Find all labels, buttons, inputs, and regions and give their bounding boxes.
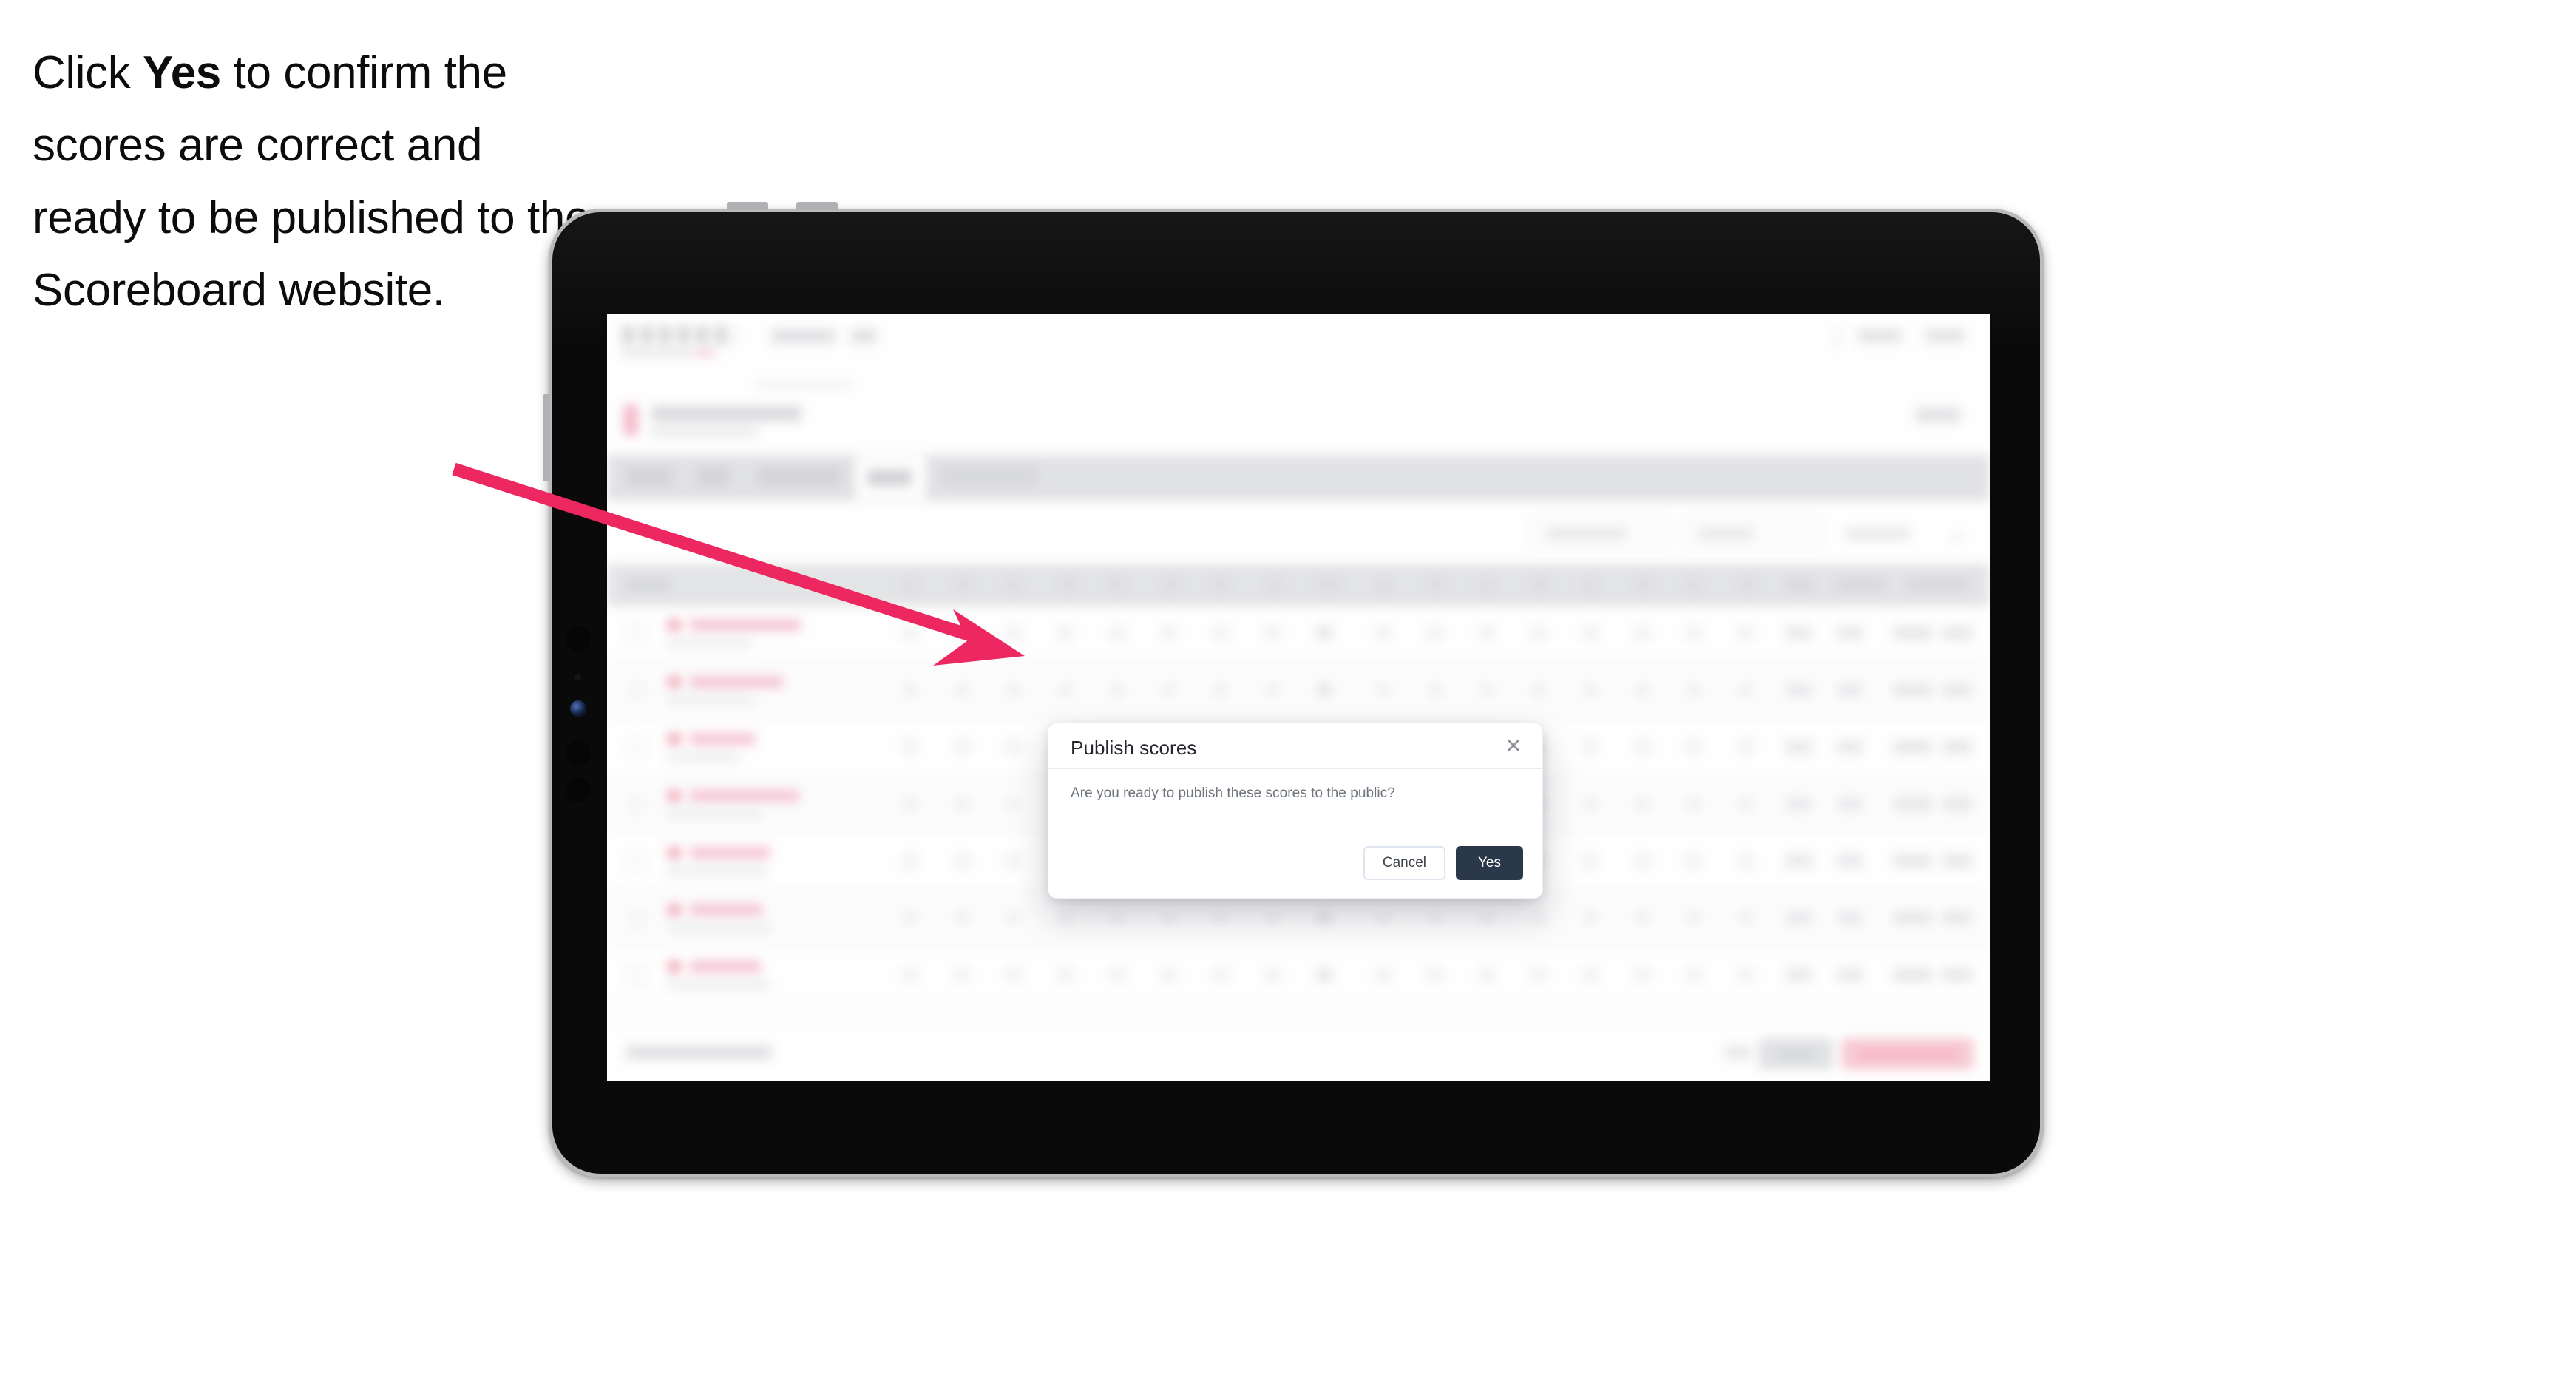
- volume-up-button[interactable]: [727, 202, 768, 210]
- tablet-device: Publish scores ✕ Are you ready to publis…: [543, 202, 2044, 1177]
- page-root: Click Yes to confirm the scores are corr…: [0, 0, 2576, 1386]
- tablet-screen: Publish scores ✕ Are you ready to publis…: [607, 314, 1990, 1081]
- dialog-title: Publish scores: [1071, 737, 1197, 759]
- cancel-button[interactable]: Cancel: [1363, 846, 1445, 880]
- yes-button[interactable]: Yes: [1456, 846, 1523, 880]
- power-button[interactable]: [543, 394, 550, 481]
- dialog-header: Publish scores ✕: [1048, 723, 1542, 769]
- dialog-message: Are you ready to publish these scores to…: [1071, 785, 1395, 801]
- dialog-body: Are you ready to publish these scores to…: [1071, 785, 1520, 802]
- caption-emphasis-yes: Yes: [143, 47, 221, 98]
- bezel-sensor-icon: [566, 626, 591, 652]
- instruction-caption: Click Yes to confirm the scores are corr…: [33, 37, 594, 327]
- bezel-microphone-icon: [574, 674, 581, 680]
- close-icon[interactable]: ✕: [1501, 734, 1526, 759]
- modal-scrim: [607, 314, 1990, 1081]
- caption-text-part-1: Click: [33, 47, 143, 98]
- publish-scores-dialog: Publish scores ✕ Are you ready to publis…: [1048, 723, 1543, 899]
- bezel-sensor-secondary-icon: [566, 740, 591, 765]
- front-camera-icon: [570, 700, 586, 717]
- dialog-actions: Cancel Yes: [1363, 846, 1523, 880]
- bezel-sensor-tertiary-icon: [566, 777, 591, 802]
- volume-down-button[interactable]: [796, 202, 838, 210]
